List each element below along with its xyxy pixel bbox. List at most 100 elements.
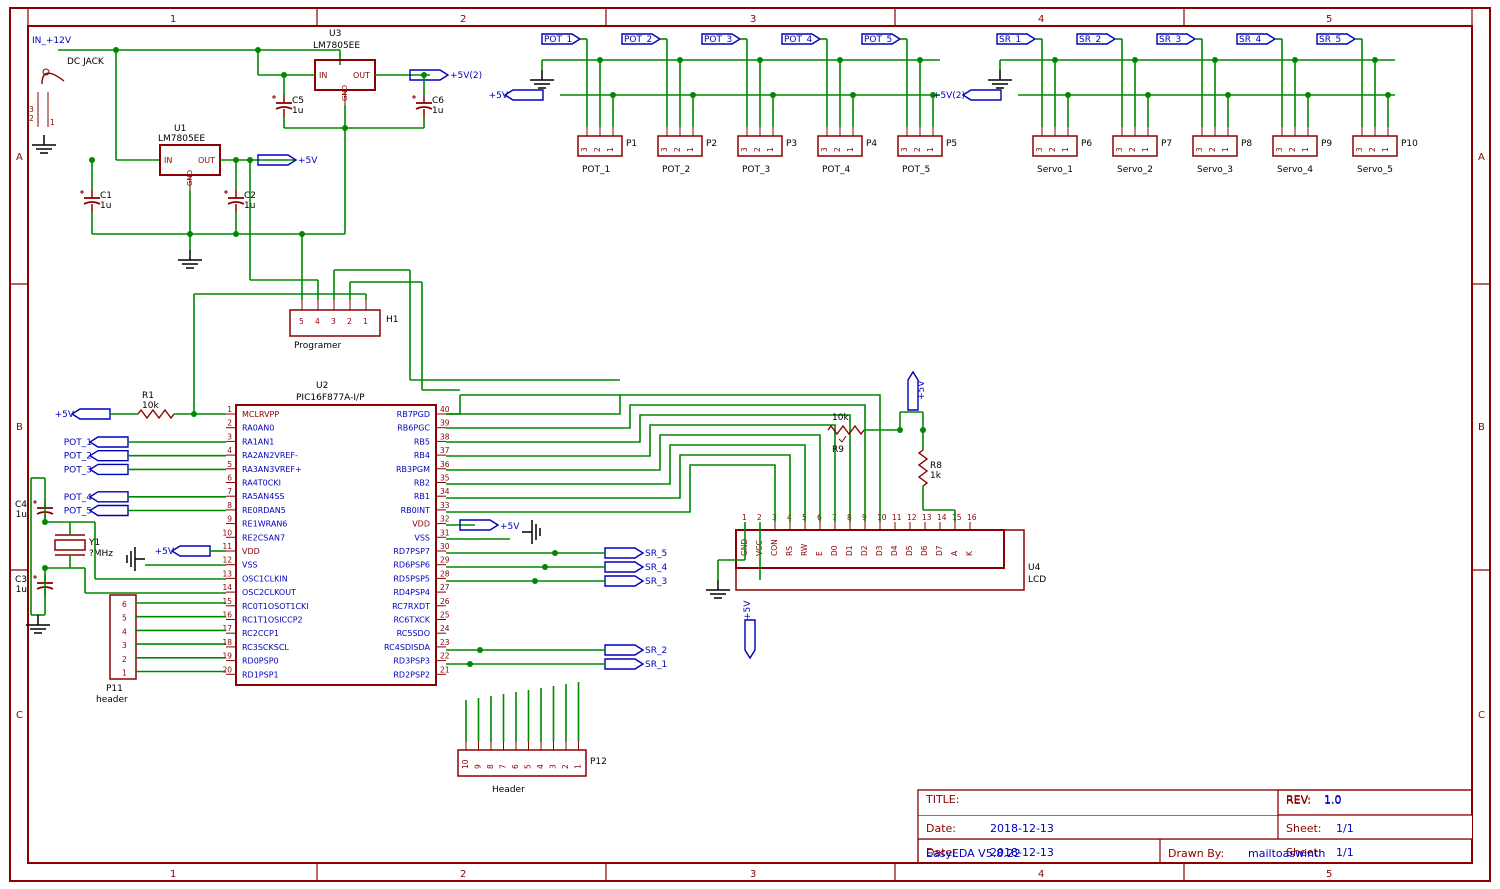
svg-text:C3: C3 <box>15 575 27 585</box>
svg-text:6: 6 <box>122 600 127 609</box>
svg-text:2: 2 <box>122 655 127 664</box>
svg-text:2: 2 <box>1288 147 1297 152</box>
svg-text:RB1: RB1 <box>414 492 430 501</box>
svg-text:RB3PGM: RB3PGM <box>396 465 430 474</box>
svg-text:D4: D4 <box>890 545 899 556</box>
svg-text:3: 3 <box>750 14 756 25</box>
u3-lm7805: U3 LM7805EE IN OUT GND <box>313 29 375 105</box>
svg-text:15: 15 <box>222 597 232 606</box>
mcu-ref: U2 <box>316 381 328 391</box>
svg-text:1.0: 1.0 <box>1324 793 1342 806</box>
power-section: IN_+12V DC JACK 23 1 U1 LM7805EE IN OUT … <box>29 29 482 268</box>
svg-text:POT_4: POT_4 <box>64 493 93 503</box>
svg-text:RC3SCKSCL: RC3SCKSCL <box>242 643 289 652</box>
svg-text:Y1: Y1 <box>88 538 100 548</box>
svg-text:13: 13 <box>222 569 232 578</box>
svg-text:3: 3 <box>1115 147 1124 152</box>
svg-text:2: 2 <box>673 147 682 152</box>
svg-text:4: 4 <box>1038 869 1044 880</box>
svg-text:3: 3 <box>900 147 909 152</box>
svg-text:5: 5 <box>122 614 127 623</box>
mcu-part: PIC16F877A-I/P <box>296 393 365 403</box>
svg-text:3: 3 <box>227 432 232 441</box>
svg-text:SR_5: SR_5 <box>645 549 667 559</box>
svg-text:21: 21 <box>440 665 450 674</box>
svg-text:CON: CON <box>770 539 779 556</box>
svg-text:+5V: +5V <box>917 380 927 400</box>
svg-text:H1: H1 <box>386 315 399 325</box>
svg-text:SR_4: SR_4 <box>645 563 667 573</box>
svg-text:C: C <box>1478 710 1485 721</box>
svg-text:3: 3 <box>820 147 829 152</box>
lcd: U4 LCD <box>736 530 1046 590</box>
svg-text:3: 3 <box>549 764 558 769</box>
svg-text:RD6PSP6: RD6PSP6 <box>393 561 430 570</box>
svg-text:P11: P11 <box>106 684 123 694</box>
svg-text:SR_1: SR_1 <box>999 35 1021 45</box>
svg-text:12: 12 <box>222 556 232 565</box>
svg-text:22: 22 <box>440 652 450 661</box>
svg-text:2: 2 <box>1208 147 1217 152</box>
svg-text:1: 1 <box>766 147 775 152</box>
svg-text:9: 9 <box>474 764 483 769</box>
svg-text:C: C <box>16 710 23 721</box>
svg-text:MCLRVPP: MCLRVPP <box>242 410 279 419</box>
svg-text:3: 3 <box>1195 147 1204 152</box>
svg-text:2: 2 <box>561 764 570 769</box>
svg-text:LM7805EE: LM7805EE <box>158 134 205 144</box>
svg-text:B: B <box>16 422 23 433</box>
svg-text:3: 3 <box>660 147 669 152</box>
svg-text:9: 9 <box>227 515 232 524</box>
svg-text:D2: D2 <box>860 545 869 556</box>
svg-text:34: 34 <box>440 487 450 496</box>
svg-text:15: 15 <box>952 513 962 522</box>
svg-text:RC5SDO: RC5SDO <box>397 629 430 638</box>
svg-text:POT_5: POT_5 <box>902 165 930 175</box>
svg-text:RE0RDAN5: RE0RDAN5 <box>242 506 286 515</box>
svg-text:1: 1 <box>1301 147 1310 152</box>
svg-text:3: 3 <box>750 869 756 880</box>
r9: 10kR9 <box>828 413 864 455</box>
svg-text:5: 5 <box>299 317 304 326</box>
svg-text:Drawn By:: Drawn By: <box>1168 847 1224 860</box>
svg-text:RW: RW <box>800 543 809 556</box>
svg-text:12: 12 <box>907 513 917 522</box>
svg-text:1: 1 <box>170 869 176 880</box>
svg-text:RA1AN1: RA1AN1 <box>242 437 274 446</box>
svg-text:3: 3 <box>331 317 336 326</box>
svg-text:?MHz: ?MHz <box>89 549 113 559</box>
svg-text:P12: P12 <box>590 757 607 767</box>
svg-text:3: 3 <box>122 641 127 650</box>
svg-text:RD1PSP1: RD1PSP1 <box>242 670 279 679</box>
svg-text:header: header <box>96 695 128 705</box>
svg-text:1: 1 <box>122 669 127 678</box>
svg-text:RA0AN0: RA0AN0 <box>242 424 274 433</box>
svg-text:R8: R8 <box>930 461 942 471</box>
svg-text:P4: P4 <box>866 139 877 149</box>
svg-text:IN: IN <box>319 71 327 80</box>
svg-text:RB4: RB4 <box>414 451 430 460</box>
svg-text:2: 2 <box>753 147 762 152</box>
svg-text:8: 8 <box>227 501 232 510</box>
svg-text:2: 2 <box>593 147 602 152</box>
svg-text:RD0PSP0: RD0PSP0 <box>242 657 279 666</box>
lcd-bus: +5V +5V +5V R81k 10kR9 <box>410 270 955 658</box>
svg-text:POT_2: POT_2 <box>662 165 690 175</box>
svg-text:37: 37 <box>440 446 450 455</box>
svg-text:25: 25 <box>440 611 450 620</box>
svg-text:RB0INT: RB0INT <box>401 506 430 515</box>
svg-text:SR_1: SR_1 <box>645 660 667 670</box>
r1: +5V R110k <box>55 294 226 420</box>
svg-text:D7: D7 <box>935 545 944 556</box>
svg-text:11: 11 <box>222 542 232 551</box>
svg-text:C6: C6 <box>432 96 444 106</box>
svg-text:D1: D1 <box>845 545 854 556</box>
svg-text:1u: 1u <box>16 510 27 520</box>
svg-text:1: 1 <box>1221 147 1230 152</box>
svg-text:SR_5: SR_5 <box>1319 35 1341 45</box>
svg-text:1: 1 <box>686 147 695 152</box>
svg-text:2: 2 <box>833 147 842 152</box>
svg-text:EasyEDA V5.8.22: EasyEDA V5.8.22 <box>926 847 1021 860</box>
svg-text:11: 11 <box>892 513 902 522</box>
svg-text:SR_4: SR_4 <box>1239 35 1261 45</box>
